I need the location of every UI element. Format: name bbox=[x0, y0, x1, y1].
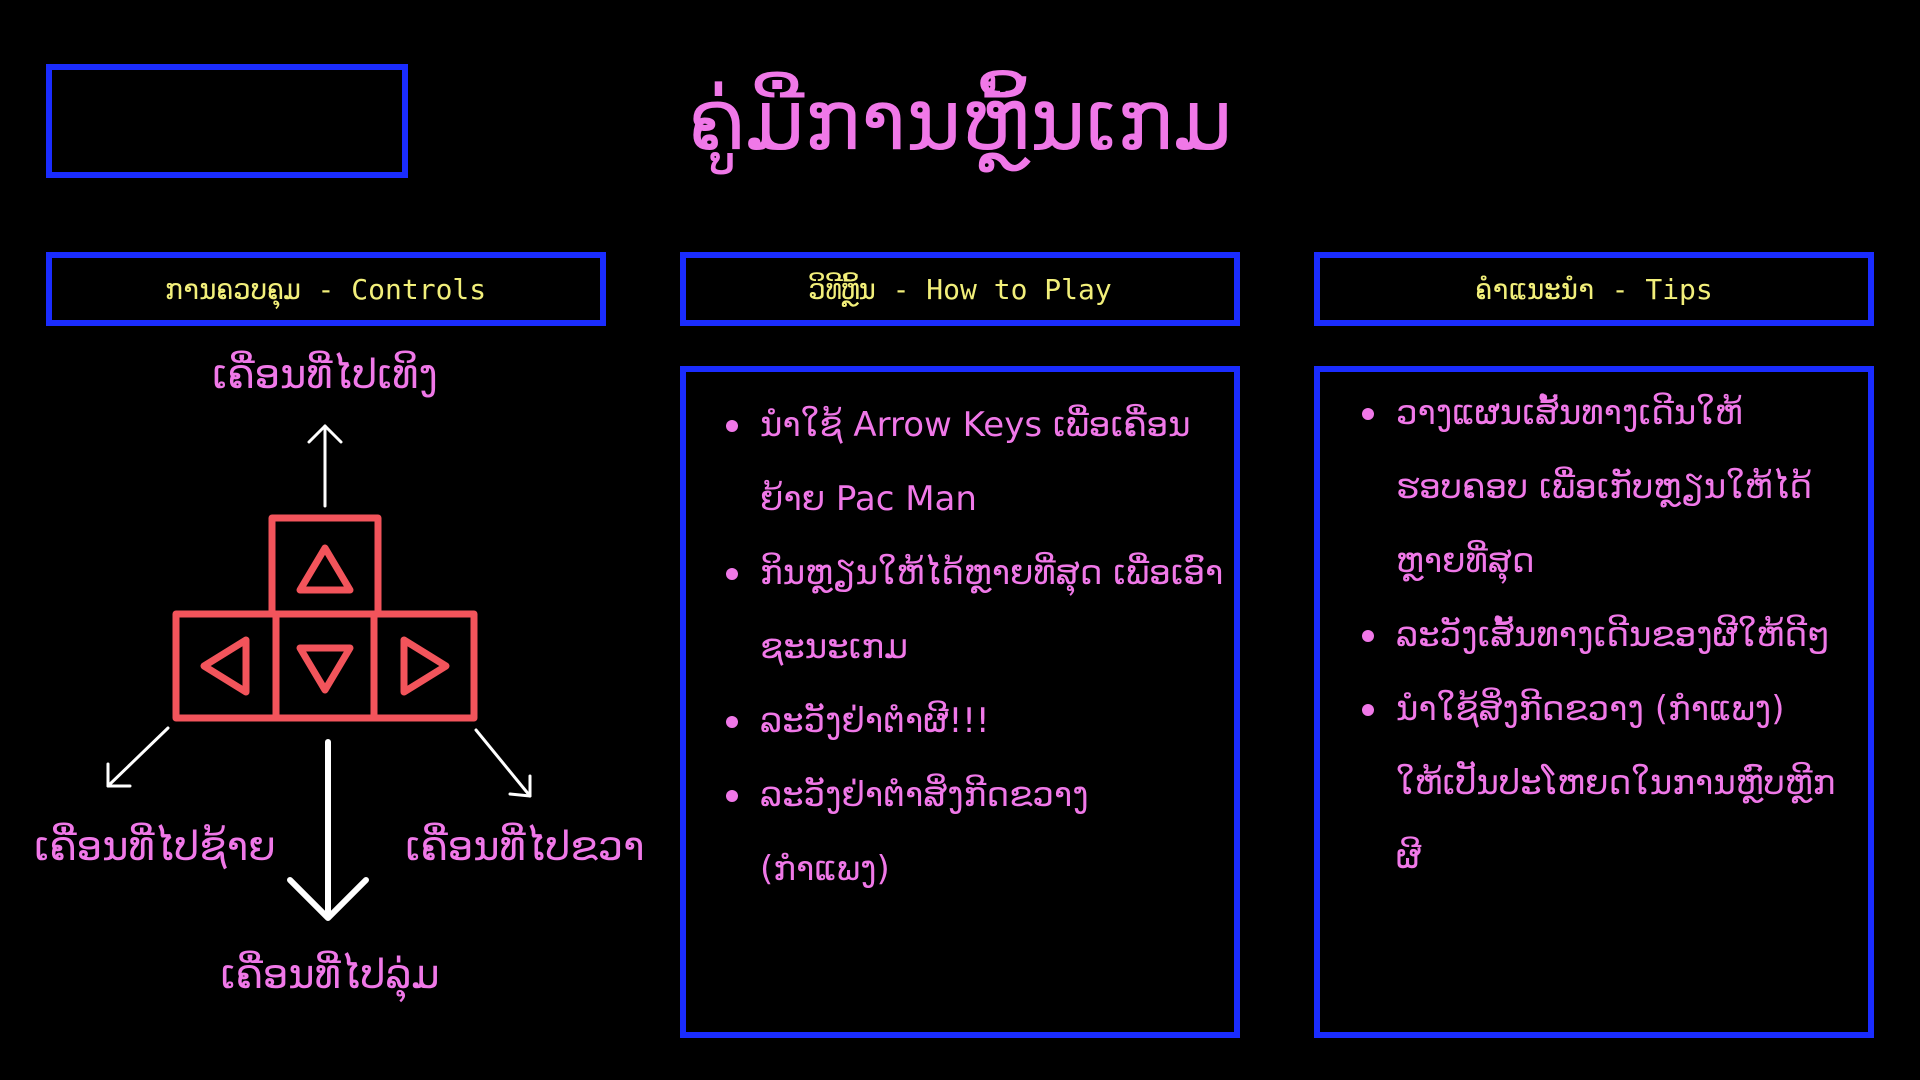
move-left-label: ເຄື່ອນທີ່ໄປຊ້າຍ bbox=[34, 824, 276, 870]
arrow-key-down-icon bbox=[272, 610, 378, 722]
how-to-play-header-label: ວິທີຫຼິ້ນ - How to Play bbox=[808, 272, 1112, 306]
arrow-left-icon bbox=[106, 726, 170, 788]
list-item: ນຳໃຊ້ສິ່ງກີດຂວາງ (ກຳແພງ) ໃຫ້ເປັນປະໂຫຍດໃນ… bbox=[1360, 672, 1836, 894]
list-item: ລະວັງຢ່າຕຳສິ່ງກີດຂວາງ (ກຳແພງ) bbox=[724, 758, 1224, 906]
controls-header: ການຄວບຄຸມ - Controls bbox=[46, 252, 606, 326]
tips-list: ວາງແຜນເສັ້ນທາງເດີນໃຫ້ຮອບຄອບ ເພື່ອເກັບຫຼຽ… bbox=[1360, 376, 1836, 894]
how-to-play-list: ນຳໃຊ້ Arrow Keys ເພື່ອເຄື່ອນຍ້າຍ Pac Man… bbox=[724, 388, 1224, 906]
how-to-play-header: ວິທີຫຼິ້ນ - How to Play bbox=[680, 252, 1240, 326]
controls-diagram bbox=[106, 424, 532, 921]
page-title: ຄູ່ມືການຫຼິ້ນເກມ bbox=[687, 71, 1233, 169]
list-item: ລະວັງຢ່າຕຳຜີ!!! bbox=[724, 684, 1224, 758]
arrow-key-left-icon bbox=[172, 610, 280, 722]
list-item: ວາງແຜນເສັ້ນທາງເດີນໃຫ້ຮອບຄອບ ເພື່ອເກັບຫຼຽ… bbox=[1360, 376, 1836, 598]
controls-header-label: ການຄວບຄຸມ - Controls bbox=[165, 272, 487, 306]
move-up-label: ເຄື່ອນທີ່ໄປເທິງ bbox=[212, 352, 438, 398]
arrow-key-right-icon bbox=[370, 610, 478, 722]
list-item: ກິນຫຼຽນໃຫ້ໄດ້ຫຼາຍທີ່ສຸດ ເພື່ອເອົາຊະນະເກມ bbox=[724, 536, 1224, 684]
tips-header: ຄຳແນະນຳ - Tips bbox=[1314, 252, 1874, 326]
logo-placeholder-box bbox=[46, 64, 408, 178]
arrow-up-icon bbox=[307, 424, 343, 508]
list-item: ນຳໃຊ້ Arrow Keys ເພື່ອເຄື່ອນຍ້າຍ Pac Man bbox=[724, 388, 1224, 536]
list-item: ລະວັງເສັ້ນທາງເດີນຂອງຜີໃຫ້ດີໆ bbox=[1360, 598, 1836, 672]
arrow-down-icon bbox=[287, 739, 369, 921]
arrow-right-icon bbox=[474, 728, 532, 798]
tips-header-label: ຄຳແນະນຳ - Tips bbox=[1475, 272, 1713, 306]
move-down-label: ເຄື່ອນທີ່ໄປລຸ່ມ bbox=[220, 952, 440, 998]
move-right-label: ເຄື່ອນທີ່ໄປຂວາ bbox=[405, 824, 645, 870]
arrow-key-up-icon bbox=[268, 514, 382, 618]
